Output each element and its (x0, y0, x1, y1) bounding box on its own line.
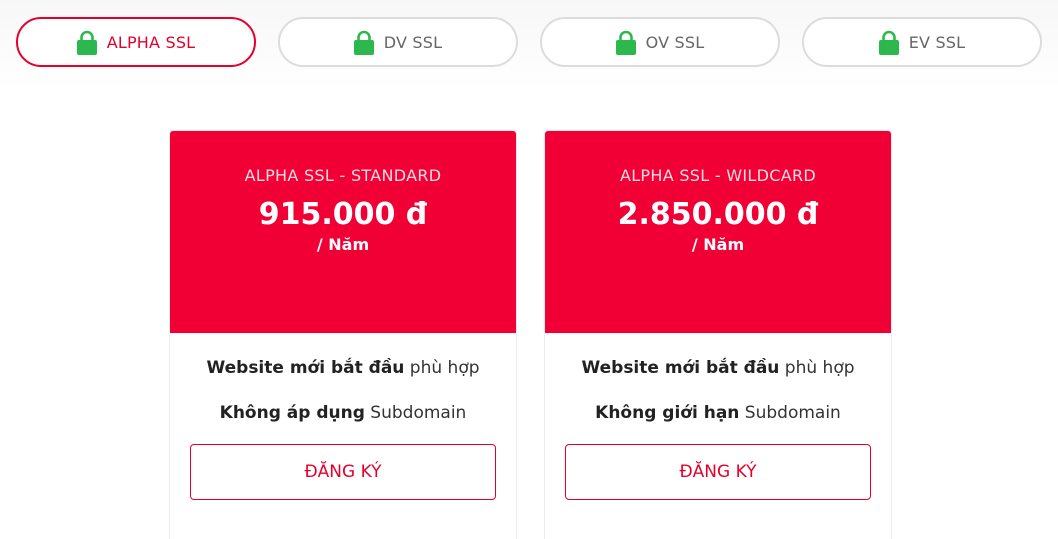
tab-label: DV SSL (383, 32, 443, 52)
register-button[interactable]: ĐĂNG KÝ (190, 444, 496, 500)
tab-ev-ssl[interactable]: EV SSL (802, 17, 1042, 67)
feature-text: phù hợp (779, 358, 855, 378)
feature-bold: Website mới bắt đầu (581, 358, 780, 378)
feature-bold: Không áp dụng (219, 403, 365, 423)
feature-bold: Không giới hạn (595, 403, 740, 423)
card-price: 2.850.000 đ (617, 197, 819, 232)
feature-text: phù hợp (404, 358, 480, 378)
lock-icon (76, 30, 97, 55)
register-button[interactable]: ĐĂNG KÝ (565, 444, 871, 500)
tab-label: EV SSL (908, 32, 966, 52)
feature-subdomain: Không áp dụng Subdomain (170, 403, 516, 423)
feature-suitability: Website mới bắt đầu phù hợp (545, 358, 891, 378)
lock-icon (353, 30, 374, 55)
tab-alpha-ssl[interactable]: ALPHA SSL (16, 17, 256, 67)
pricing-card-wildcard: ALPHA SSL - WILDCARD 2.850.000 đ / Năm W… (544, 130, 892, 539)
feature-suitability: Website mới bắt đầu phù hợp (170, 358, 516, 378)
pricing-card-standard: ALPHA SSL - STANDARD 915.000 đ / Năm Web… (169, 130, 517, 539)
lock-icon (878, 30, 899, 55)
feature-text: Subdomain (739, 403, 841, 423)
card-title: ALPHA SSL - STANDARD (244, 166, 442, 185)
tab-label: OV SSL (645, 32, 705, 52)
feature-bold: Website mới bắt đầu (206, 358, 405, 378)
ssl-type-tabs: ALPHA SSL DV SSL OV SSL EV SSL (0, 0, 1058, 90)
card-period: / Năm (316, 235, 370, 254)
card-title: ALPHA SSL - WILDCARD (619, 166, 817, 185)
feature-text: Subdomain (364, 403, 467, 423)
card-header: ALPHA SSL - STANDARD 915.000 đ / Năm (170, 131, 516, 333)
card-period: / Năm (691, 235, 745, 254)
card-header: ALPHA SSL - WILDCARD 2.850.000 đ / Năm (545, 131, 891, 333)
tab-dv-ssl[interactable]: DV SSL (278, 17, 518, 67)
ssl-pricing-page: ALPHA SSL DV SSL OV SSL EV SSL ALPHA SSL… (0, 0, 1058, 539)
tab-ov-ssl[interactable]: OV SSL (540, 17, 780, 67)
tab-label: ALPHA SSL (106, 32, 196, 52)
card-price: 915.000 đ (258, 197, 428, 232)
lock-icon (615, 30, 636, 55)
feature-subdomain: Không giới hạn Subdomain (545, 403, 891, 423)
